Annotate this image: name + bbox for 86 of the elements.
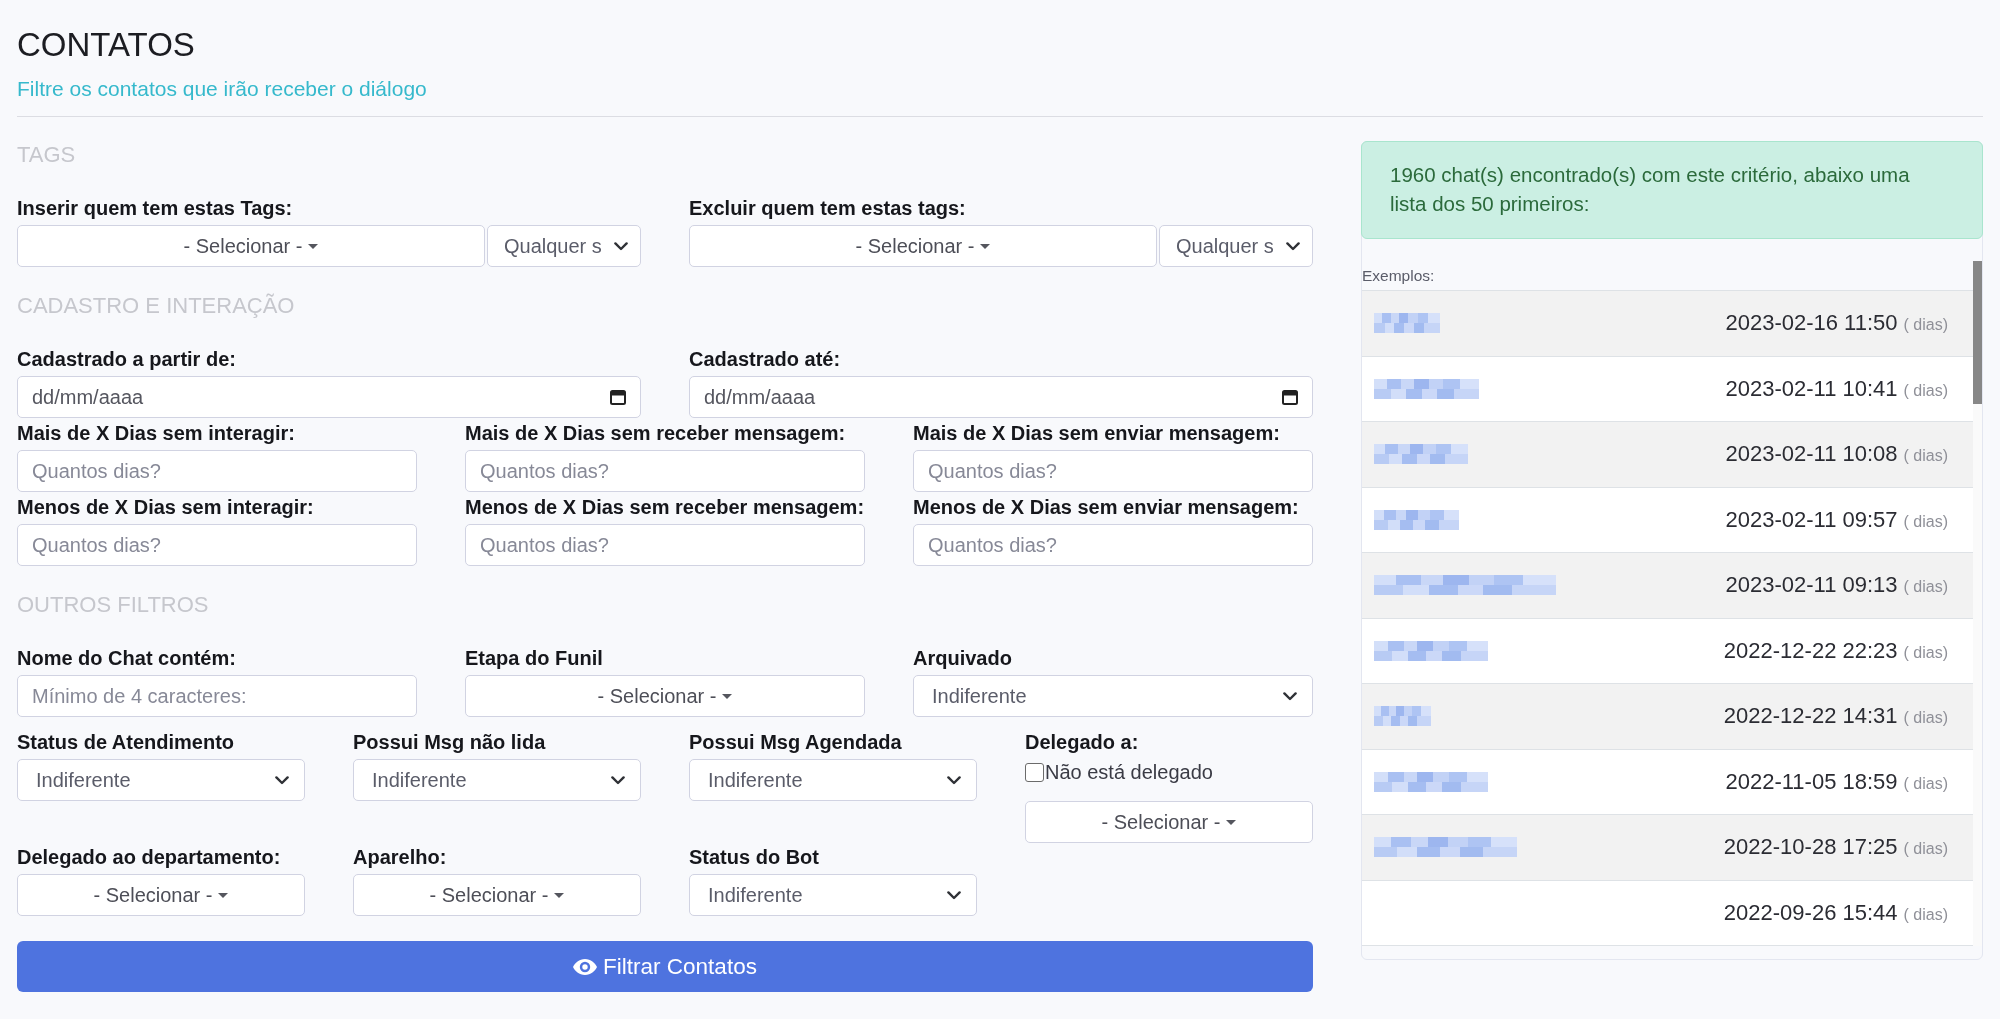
number-input[interactable]: Quantos dias? <box>913 524 1313 566</box>
dropdown-button[interactable]: - Selecionar - <box>17 225 485 267</box>
select-dropdown[interactable]: Indiferente <box>689 759 977 801</box>
field-label: Nome do Chat contém: <box>17 646 236 670</box>
select-dropdown[interactable]: Qualquer s <box>1159 225 1313 267</box>
select-dropdown[interactable]: Indiferente <box>353 759 641 801</box>
caret-down-icon <box>1226 819 1237 825</box>
field-label: Menos de X Dias sem receber mensagem: <box>465 495 865 519</box>
date-time: 2023-02-11 09:13 <box>1725 572 1898 599</box>
page-subtitle: Filtre os contatos que irão receber o diálogo <box>17 76 428 102</box>
chevron-down-icon <box>614 241 628 251</box>
chevron-down-icon <box>947 775 961 785</box>
field-label: Cadastrado até: <box>689 347 841 371</box>
days-label: ( dias) <box>1903 316 1948 335</box>
date-time: 2023-02-16 11:50 <box>1725 310 1898 337</box>
days-label: ( dias) <box>1903 381 1948 400</box>
days-label: ( dias) <box>1903 774 1948 793</box>
days-label: ( dias) <box>1903 709 1948 728</box>
eye-icon <box>573 958 598 975</box>
chevron-down-icon <box>1286 241 1300 251</box>
date-time: 2023-02-11 09:57 <box>1725 506 1898 533</box>
number-input[interactable]: Quantos dias? <box>465 524 865 566</box>
caret-down-icon <box>980 243 991 249</box>
dropdown-button[interactable]: - Selecionar - <box>1025 801 1313 843</box>
date-time: 2023-02-11 10:08 <box>1725 441 1898 468</box>
chevron-down-icon <box>1283 691 1297 701</box>
dropdown-button[interactable]: - Selecionar - <box>689 225 1157 267</box>
number-input[interactable]: Quantos dias? <box>17 524 417 566</box>
scrollbar-thumb[interactable] <box>1973 261 1982 404</box>
date-time: 2022-12-22 14:31 <box>1723 703 1898 730</box>
field-label: Possui Msg Agendada <box>689 730 902 754</box>
field-label: Status de Atendimento <box>17 730 235 754</box>
field-label: Excluir quem tem estas tags: <box>689 196 966 220</box>
select-dropdown[interactable]: Indiferente <box>913 675 1313 717</box>
date-time: 2023-02-11 10:41 <box>1725 375 1898 402</box>
field-label: Status do Bot <box>689 845 819 869</box>
field-label: Delegado ao departamento: <box>17 845 281 869</box>
caret-down-icon <box>218 892 229 898</box>
chevron-down-icon <box>947 890 961 900</box>
number-input[interactable]: Quantos dias? <box>913 450 1313 492</box>
date-input[interactable]: dd/mm/aaaa <box>17 376 641 418</box>
chevron-down-icon <box>611 775 625 785</box>
select-dropdown[interactable]: Qualquer s <box>487 225 641 267</box>
alert-message: 1960 chat(s) encontrado(s) com este critério, abaixo uma lista dos 50 primeiros: <box>1361 141 1983 239</box>
select-dropdown[interactable]: Indiferente <box>17 759 305 801</box>
field-label: Mais de X Dias sem interagir: <box>17 421 295 445</box>
field-label: Inserir quem tem estas Tags: <box>17 196 293 220</box>
text-input[interactable]: Mínimo de 4 caracteres: <box>17 675 417 717</box>
field-label: Menos de X Dias sem enviar mensagem: <box>913 495 1299 519</box>
select-dropdown[interactable]: Indiferente <box>689 874 977 916</box>
chevron-down-icon <box>275 775 289 785</box>
calendar-icon <box>1282 389 1298 405</box>
page-title: CONTATOS <box>17 25 196 65</box>
caret-down-icon <box>554 892 565 898</box>
field-label: Possui Msg não lida <box>353 730 546 754</box>
calendar-icon <box>610 389 626 405</box>
days-label: ( dias) <box>1903 840 1948 859</box>
days-label: ( dias) <box>1903 447 1948 466</box>
number-input[interactable]: Quantos dias? <box>465 450 865 492</box>
date-input[interactable]: dd/mm/aaaa <box>689 376 1313 418</box>
dropdown-button[interactable]: - Selecionar - <box>353 874 641 916</box>
days-label: ( dias) <box>1903 905 1948 924</box>
checkbox-label[interactable]: Não está delegado <box>1045 760 1213 784</box>
field-label: Arquivado <box>913 646 1012 670</box>
date-time: 2022-09-26 15:44 <box>1723 899 1898 926</box>
field-label: Menos de X Dias sem interagir: <box>17 495 314 519</box>
dropdown-button[interactable]: - Selecionar - <box>465 675 865 717</box>
days-label: ( dias) <box>1903 512 1948 531</box>
field-label: Aparelho: <box>353 845 447 869</box>
checkbox[interactable] <box>1025 762 1044 782</box>
date-time: 2022-10-28 17:25 <box>1723 834 1898 861</box>
days-label: ( dias) <box>1903 578 1948 597</box>
date-time: 2022-12-22 22:23 <box>1723 637 1898 664</box>
number-input[interactable]: Quantos dias? <box>17 450 417 492</box>
field-label: Mais de X Dias sem enviar mensagem: <box>913 421 1280 445</box>
field-label: Etapa do Funil <box>465 646 603 670</box>
field-label: Mais de X Dias sem receber mensagem: <box>465 421 846 445</box>
caret-down-icon <box>722 693 733 699</box>
dropdown-button[interactable]: - Selecionar - <box>17 874 305 916</box>
field-label: Cadastrado a partir de: <box>17 347 236 371</box>
date-time: 2022-11-05 18:59 <box>1725 768 1898 795</box>
days-label: ( dias) <box>1903 643 1948 662</box>
field-label: Delegado a: <box>1025 730 1139 754</box>
caret-down-icon <box>308 243 319 249</box>
filter-button[interactable]: Filtrar Contatos <box>17 941 1313 992</box>
examples-label: Exemplos: <box>1362 266 1435 286</box>
